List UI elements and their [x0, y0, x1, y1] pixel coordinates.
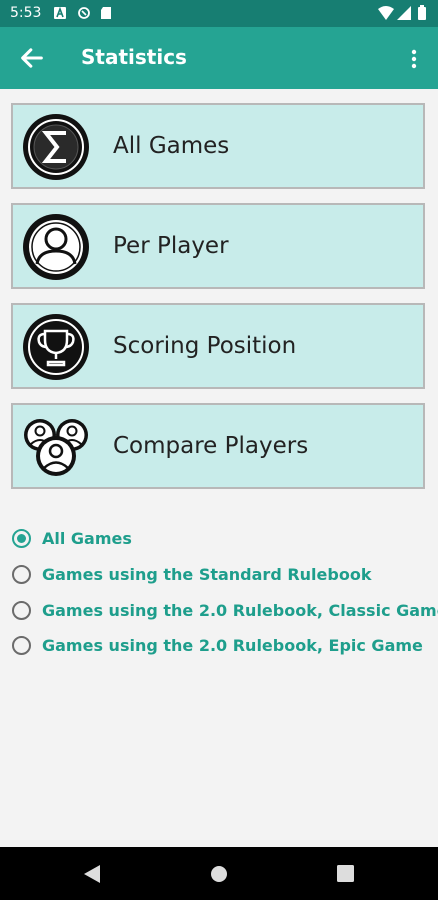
radio-button[interactable]: [12, 601, 31, 620]
radio-button[interactable]: [12, 636, 31, 655]
wifi-icon: [378, 6, 394, 20]
per-player-button[interactable]: Per Player: [11, 203, 425, 289]
radio-button-checked[interactable]: [12, 529, 31, 548]
scoring-position-button[interactable]: Scoring Position: [11, 303, 425, 389]
battery-icon: [418, 5, 426, 20]
all-games-button[interactable]: All Games: [11, 103, 425, 189]
players-group-icon: [24, 419, 88, 476]
compare-players-label: Compare Players: [113, 433, 309, 459]
more-vert-icon[interactable]: [402, 47, 426, 71]
radio-label[interactable]: Games using the 2.0 Rulebook, Epic Game: [42, 636, 423, 655]
signal-icon: [397, 6, 411, 20]
status-bar: 5:53: [0, 0, 438, 27]
system-nav-bar: [0, 847, 438, 900]
person-icon: [23, 214, 89, 280]
radio-label[interactable]: Games using the Standard Rulebook: [42, 565, 371, 584]
status-time: 5:53: [10, 5, 42, 21]
sigma-icon: [23, 114, 89, 180]
scoring-position-label: Scoring Position: [113, 333, 297, 359]
all-games-label: All Games: [113, 133, 230, 159]
home-circle-icon[interactable]: [210, 865, 228, 883]
back-triangle-icon[interactable]: [83, 864, 101, 884]
a-notification-icon: [54, 7, 66, 19]
sd-card-icon: [101, 7, 111, 19]
page-title: Statistics: [81, 45, 187, 69]
compare-players-button[interactable]: Compare Players: [11, 403, 425, 489]
app-bar: Statistics: [0, 27, 438, 89]
radio-label[interactable]: Games using the 2.0 Rulebook, Classic Ga…: [42, 601, 438, 620]
per-player-label: Per Player: [113, 233, 229, 259]
recents-square-icon[interactable]: [337, 865, 354, 882]
radio-button[interactable]: [12, 565, 31, 584]
trophy-icon: [23, 314, 89, 380]
arrow-left-icon[interactable]: [18, 44, 46, 72]
sync-icon: [78, 7, 90, 19]
radio-label[interactable]: All Games: [42, 529, 132, 548]
